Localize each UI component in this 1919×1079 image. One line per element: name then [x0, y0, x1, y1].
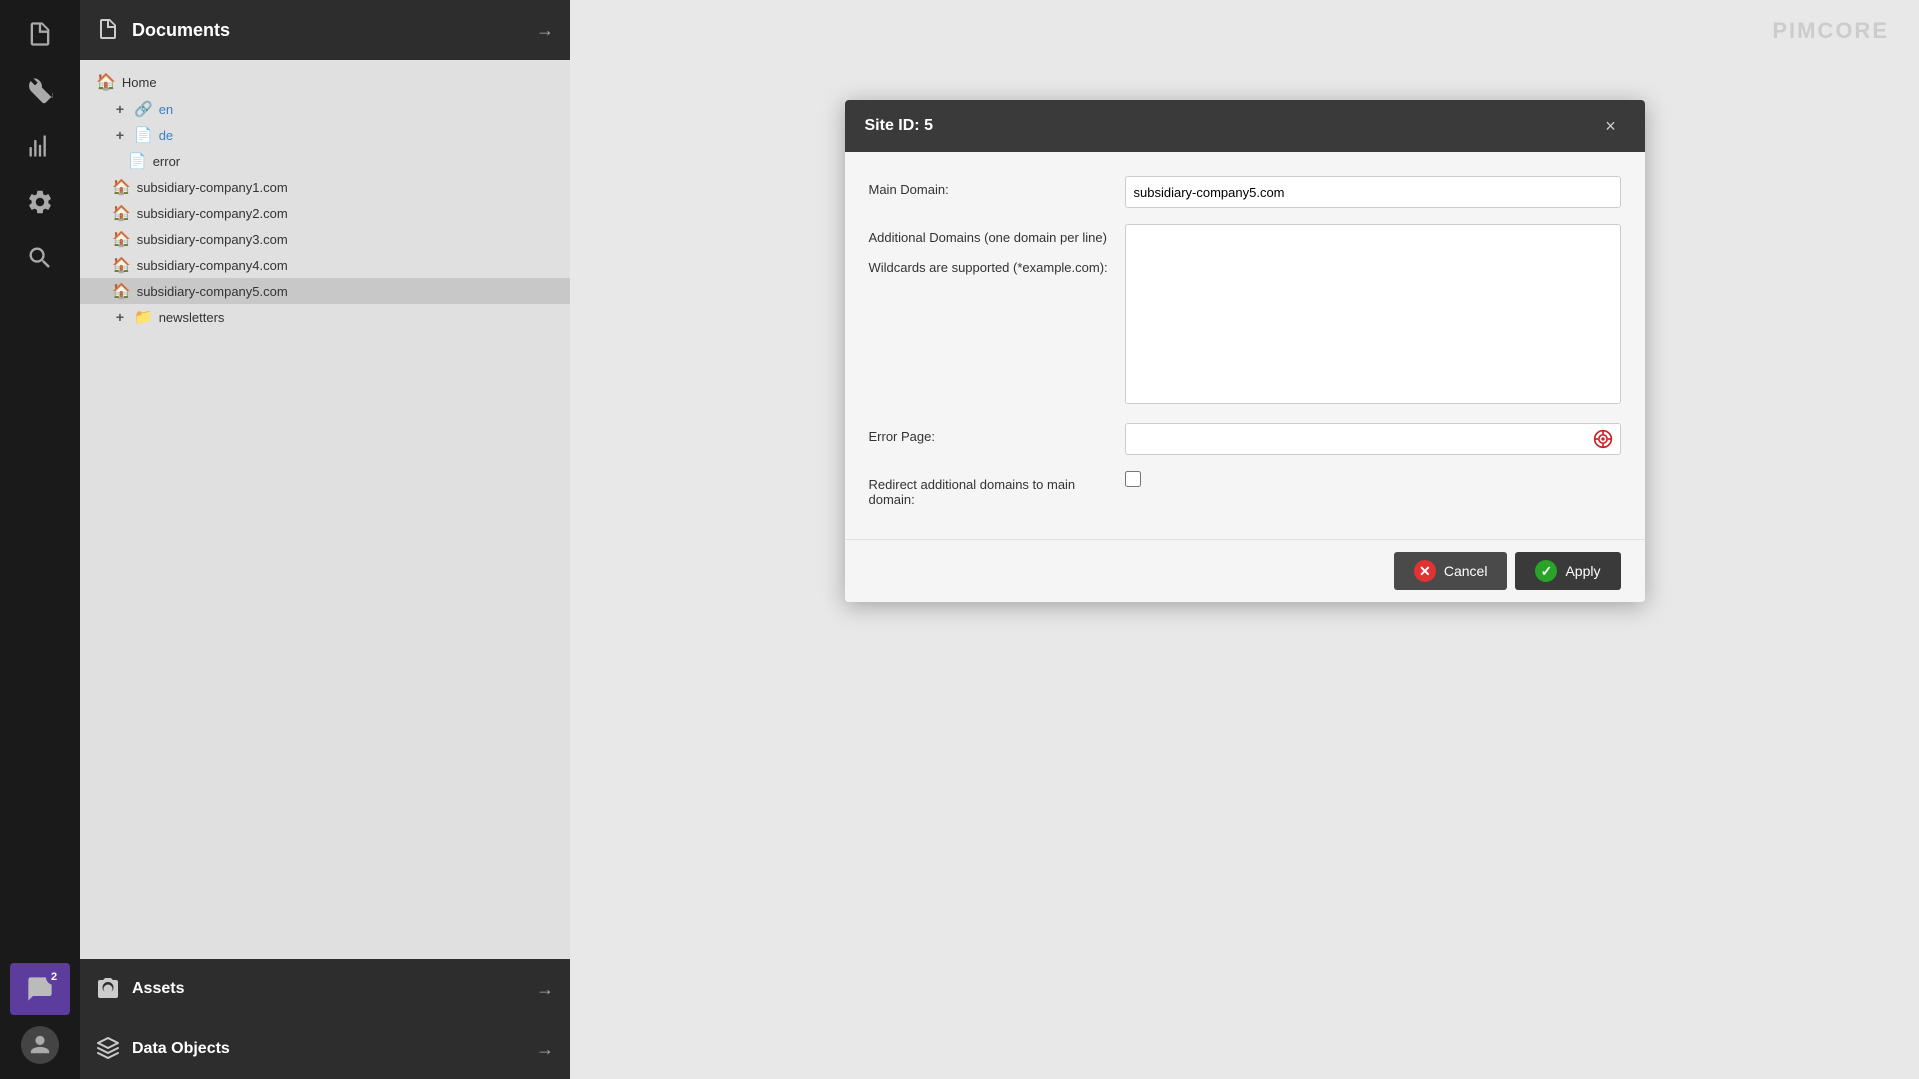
cancel-button[interactable]: ✕ Cancel: [1394, 552, 1508, 590]
sidebar-icon-user[interactable]: [10, 1019, 70, 1071]
sidebar-icon-document[interactable]: [10, 8, 70, 60]
house-icon: 🏠: [112, 204, 131, 222]
page-icon: 📄: [128, 152, 147, 170]
house-icon: 🏠: [112, 256, 131, 274]
panel-header: Documents →: [80, 0, 570, 60]
tree-item-sub3[interactable]: 🏠 subsidiary-company3.com: [80, 226, 570, 252]
error-page-input-wrapper: [1125, 423, 1621, 455]
sidebar-icon-settings[interactable]: [10, 176, 70, 228]
apply-button[interactable]: ✓ Apply: [1515, 552, 1620, 590]
tree-item-label: en: [159, 102, 173, 117]
error-page-label: Error Page:: [869, 423, 1109, 444]
documents-panel: Documents → 🏠 Home + 🔗 en + 📄 de 📄 error: [80, 0, 570, 1079]
redirect-checkbox[interactable]: [1125, 471, 1141, 487]
tree-item-error[interactable]: 📄 error: [80, 148, 570, 174]
house-icon: 🏠: [112, 282, 131, 300]
link-icon: 🔗: [134, 100, 153, 118]
redirect-label: Redirect additional domains to main doma…: [869, 471, 1109, 507]
sidebar-icon-wrench[interactable]: [10, 64, 70, 116]
error-page-field: [1125, 423, 1621, 455]
tree-item-label: subsidiary-company5.com: [137, 284, 288, 299]
site-settings-modal: Site ID: 5 × Main Domain: Additional Dom…: [845, 100, 1645, 602]
document-tree: 🏠 Home + 🔗 en + 📄 de 📄 error 🏠 subsidiar…: [80, 60, 570, 959]
sidebar-icon-chart[interactable]: [10, 120, 70, 172]
sidebar-bottom: 2: [0, 963, 80, 1079]
sidebar-icon-search[interactable]: [10, 232, 70, 284]
folder-icon: 📁: [134, 308, 153, 326]
tree-item-de[interactable]: + 📄 de: [80, 122, 570, 148]
main-domain-row: Main Domain:: [869, 176, 1621, 208]
camera-icon: [96, 976, 120, 1003]
tree-item-sub5[interactable]: 🏠 subsidiary-company5.com: [80, 278, 570, 304]
assets-label: Assets: [132, 980, 524, 998]
apply-icon: ✓: [1535, 560, 1557, 582]
bottom-panels: Assets → Data Objects →: [80, 959, 570, 1079]
modal-title: Site ID: 5: [865, 117, 1597, 135]
tree-item-label: error: [153, 154, 180, 169]
modal-body: Main Domain: Additional Domains (one dom…: [845, 152, 1645, 539]
content-area: PIMCORE Site ID: 5 × Main Domain: A: [570, 0, 1919, 1079]
panel-title: Documents: [132, 20, 524, 41]
error-page-row: Error Page:: [869, 423, 1621, 455]
main-domain-input[interactable]: [1125, 176, 1621, 208]
additional-domains-textarea[interactable]: [1125, 224, 1621, 404]
redirect-checkbox-wrapper: [1125, 471, 1621, 487]
tree-item-label: subsidiary-company3.com: [137, 232, 288, 247]
panel-expand-arrow[interactable]: →: [536, 20, 554, 41]
tree-item-label: Home: [122, 75, 157, 90]
error-page-input[interactable]: [1125, 423, 1621, 455]
main-domain-label: Main Domain:: [869, 176, 1109, 197]
additional-domains-row: Additional Domains (one domain per line)…: [869, 224, 1621, 407]
tree-item-label: newsletters: [159, 310, 225, 325]
tree-item-sub2[interactable]: 🏠 subsidiary-company2.com: [80, 200, 570, 226]
tree-item-label: subsidiary-company4.com: [137, 258, 288, 273]
tree-item-home[interactable]: 🏠 Home: [80, 68, 570, 96]
redirect-row: Redirect additional domains to main doma…: [869, 471, 1621, 507]
plus-icon[interactable]: +: [112, 101, 128, 117]
cube-icon: [96, 1036, 120, 1063]
chat-badge-count: 2: [46, 969, 62, 985]
tree-item-label: de: [159, 128, 173, 143]
data-objects-label: Data Objects: [132, 1040, 524, 1058]
target-icon[interactable]: [1593, 429, 1613, 449]
plus-icon[interactable]: +: [112, 127, 128, 143]
redirect-field: [1125, 471, 1621, 487]
avatar: [21, 1026, 59, 1064]
assets-arrow: →: [536, 979, 554, 1000]
cancel-icon: ✕: [1414, 560, 1436, 582]
cancel-label: Cancel: [1444, 563, 1488, 579]
additional-domains-label: Additional Domains (one domain per line)…: [869, 224, 1109, 275]
modal-close-button[interactable]: ×: [1597, 112, 1625, 140]
data-objects-panel-item[interactable]: Data Objects →: [80, 1019, 570, 1079]
tree-item-sub1[interactable]: 🏠 subsidiary-company1.com: [80, 174, 570, 200]
tree-item-label: subsidiary-company2.com: [137, 206, 288, 221]
tree-item-label: subsidiary-company1.com: [137, 180, 288, 195]
data-objects-arrow: →: [536, 1039, 554, 1060]
modal-header: Site ID: 5 ×: [845, 100, 1645, 152]
main-domain-field: [1125, 176, 1621, 208]
modal-overlay: Site ID: 5 × Main Domain: Additional Dom…: [570, 0, 1919, 1079]
plus-icon[interactable]: +: [112, 309, 128, 325]
panel-header-icon: [96, 17, 120, 44]
tree-item-newsletters[interactable]: + 📁 newsletters: [80, 304, 570, 330]
tree-item-en[interactable]: + 🔗 en: [80, 96, 570, 122]
modal-footer: ✕ Cancel ✓ Apply: [845, 539, 1645, 602]
house-icon: 🏠: [112, 178, 131, 196]
house-icon: 🏠: [96, 72, 116, 92]
additional-domains-field: [1125, 224, 1621, 407]
assets-panel-item[interactable]: Assets →: [80, 959, 570, 1019]
page-icon: 📄: [134, 126, 153, 144]
tree-item-sub4[interactable]: 🏠 subsidiary-company4.com: [80, 252, 570, 278]
apply-label: Apply: [1565, 563, 1600, 579]
icon-sidebar: 2: [0, 0, 80, 1079]
sidebar-icon-chat[interactable]: 2: [10, 963, 70, 1015]
house-icon: 🏠: [112, 230, 131, 248]
